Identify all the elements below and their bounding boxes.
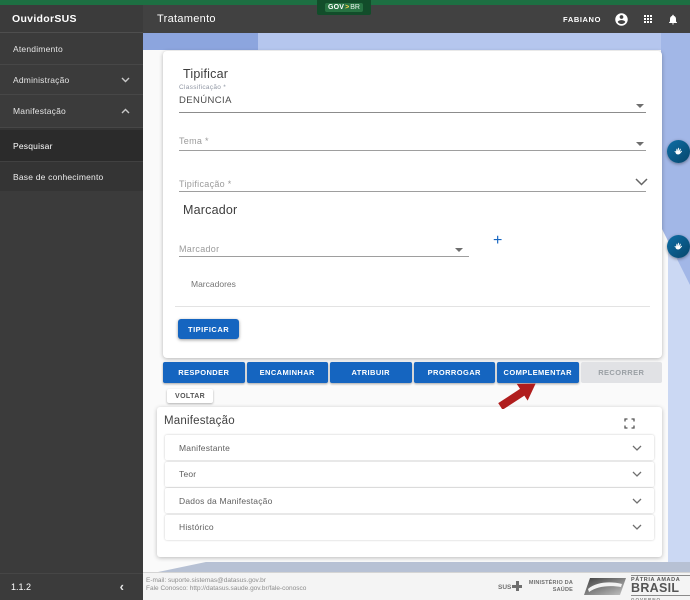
tema-placeholder[interactable]: Tema * xyxy=(179,136,209,146)
sidebar-item-pesquisar[interactable]: Pesquisar xyxy=(0,130,143,161)
tipificar-title: Tipificar xyxy=(183,67,229,81)
panel-teor[interactable]: Teor xyxy=(165,461,654,487)
prorrogar-button[interactable]: PRORROGAR xyxy=(413,362,495,383)
chevron-down-icon xyxy=(632,524,642,530)
chevron-up-icon xyxy=(121,108,130,114)
marcador-placeholder[interactable]: Marcador xyxy=(179,244,219,254)
add-marcador-icon[interactable]: + xyxy=(493,233,502,249)
ministerio-saude-logo: MINISTÉRIO DA SAÚDE xyxy=(527,580,573,593)
apps-grid-icon[interactable] xyxy=(642,13,654,25)
account-circle-icon[interactable] xyxy=(614,12,629,27)
govbr-tab[interactable]: GOV > BR xyxy=(317,0,371,15)
voltar-button[interactable]: VOLTAR xyxy=(167,389,214,403)
sidebar-item-base-conhecimento[interactable]: Base de conhecimento xyxy=(0,162,143,191)
ouvidorsus-app: GOV > BR OuvidorSUS Atendimento Administ… xyxy=(0,0,690,600)
divider xyxy=(631,575,690,576)
header-right: FABIANO xyxy=(563,12,690,27)
footer-email: E-mail: suporte.sistemas@datasus.gov.br xyxy=(146,577,266,584)
footer-contact: E-mail: suporte.sistemas@datasus.gov.br … xyxy=(146,577,306,592)
decor-strip-bottom xyxy=(158,562,690,572)
tipificar-button[interactable]: TIPIFICAR xyxy=(178,319,240,339)
sidebar-item-label: Manifestação xyxy=(13,106,66,116)
govbr-logo-gov: GOV xyxy=(328,4,345,11)
page-title: Tratamento xyxy=(157,13,216,25)
panel-label: Teor xyxy=(179,469,197,479)
complementar-button[interactable]: COMPLEMENTAR xyxy=(497,362,579,383)
sidebar-item-label: Atendimento xyxy=(13,43,63,54)
vlibras-hands-icon xyxy=(672,240,685,253)
sus-label: SUS xyxy=(498,584,512,591)
username-label: FABIANO xyxy=(563,14,601,24)
sidebar-subitem-label: Base de conhecimento xyxy=(13,171,104,182)
govbr-logo: GOV > BR xyxy=(325,3,363,12)
decor-band-left xyxy=(143,33,258,50)
accordion-panels: Manifestante Teor Dados da Manifestação … xyxy=(165,435,654,541)
sidebar-item-manifestacao[interactable]: Manifestação xyxy=(0,95,143,128)
tipificacao-chevron-down-icon[interactable] xyxy=(635,173,648,191)
sidebar-item-administracao[interactable]: Administração xyxy=(0,65,143,95)
encaminhar-button[interactable]: ENCAMINHAR xyxy=(246,362,328,383)
sidebar-submenu: Pesquisar Base de conhecimento xyxy=(0,128,143,191)
panel-label: Manifestante xyxy=(179,442,231,453)
chevron-down-icon xyxy=(632,471,642,477)
chevron-down-icon xyxy=(121,77,130,83)
decor-band-right xyxy=(258,33,690,50)
marcadores-label: Marcadores xyxy=(191,279,236,289)
sidebar-footer: 1.1.2 ‹ xyxy=(0,573,143,600)
tema-dropdown-caret-icon[interactable] xyxy=(636,142,644,146)
atribuir-button[interactable]: ATRIBUIR xyxy=(330,362,412,383)
marcador-title: Marcador xyxy=(183,203,238,217)
ministerio-line1: MINISTÉRIO DA xyxy=(528,580,573,586)
expand-fullscreen-icon[interactable] xyxy=(624,416,635,434)
manifestacao-card: Manifestação Manifestante Teor Dados da … xyxy=(157,407,662,557)
govbr-arrow-icon: > xyxy=(345,4,350,11)
panel-historico[interactable]: Histórico xyxy=(165,514,654,540)
panel-manifestante[interactable]: Manifestante xyxy=(165,435,654,460)
tipificar-card: Tipificar Classificação * DENÚNCIA Tema … xyxy=(163,51,662,358)
ministerio-line2: SAÚDE xyxy=(552,586,573,593)
collapse-sidebar-icon[interactable]: ‹ xyxy=(120,580,124,593)
sidebar: OuvidorSUS Atendimento Administração Man… xyxy=(0,5,143,600)
sus-logo: SUS xyxy=(498,581,523,591)
patria-amada-brasil-logo: PÁTRIA AMADA BRASIL GOVERNO FEDERAL xyxy=(631,575,690,600)
app-title: OuvidorSUS xyxy=(0,5,143,33)
vlibras-accessibility-button[interactable] xyxy=(667,235,690,258)
panel-dados-manifestacao[interactable]: Dados da Manifestação xyxy=(165,488,654,513)
chevron-down-icon xyxy=(632,445,642,451)
panel-label: Dados da Manifestação xyxy=(179,495,273,506)
sidebar-item-label: Administração xyxy=(13,74,70,85)
marcador-underline xyxy=(179,256,469,257)
vlibras-accessibility-button[interactable] xyxy=(667,140,690,163)
brasil-flag-icon xyxy=(584,577,626,600)
divider xyxy=(175,306,650,307)
vlibras-hands-icon xyxy=(672,145,685,158)
panel-label: Histórico xyxy=(179,522,214,532)
tema-underline xyxy=(179,150,646,151)
sus-cross-icon xyxy=(512,581,523,591)
marcador-dropdown-caret-icon[interactable] xyxy=(455,248,463,252)
tipificacao-underline xyxy=(179,191,646,192)
action-buttons-row: RESPONDER ENCAMINHAR ATRIBUIR PRORROGAR … xyxy=(163,362,662,383)
classificacao-value[interactable]: DENÚNCIA xyxy=(179,95,232,106)
sidebar-item-atendimento[interactable]: Atendimento xyxy=(0,33,143,65)
recorrer-button: RECORRER xyxy=(580,362,662,383)
classificacao-underline xyxy=(179,112,646,113)
annotation-arrow xyxy=(494,381,542,414)
classificacao-label: Classificação * xyxy=(179,84,227,91)
chevron-down-icon xyxy=(632,498,642,504)
footer: E-mail: suporte.sistemas@datasus.gov.br … xyxy=(143,572,690,600)
footer-fale-conosco: Fale Conosco: http://datasus.saude.gov.b… xyxy=(146,584,307,592)
tipificacao-placeholder[interactable]: Tipificação * xyxy=(179,179,232,189)
govbr-logo-br: BR xyxy=(350,4,360,11)
manifestacao-title: Manifestação xyxy=(164,415,235,427)
version-label: 1.1.2 xyxy=(11,582,32,592)
divider xyxy=(631,595,690,596)
sidebar-subitem-label: Pesquisar xyxy=(13,140,53,151)
brasil-label: BRASIL xyxy=(631,581,680,595)
notifications-bell-icon[interactable] xyxy=(667,13,679,26)
header-bar: Tratamento FABIANO xyxy=(143,5,690,33)
classificacao-dropdown-caret-icon[interactable] xyxy=(636,104,644,108)
responder-button[interactable]: RESPONDER xyxy=(163,362,245,383)
